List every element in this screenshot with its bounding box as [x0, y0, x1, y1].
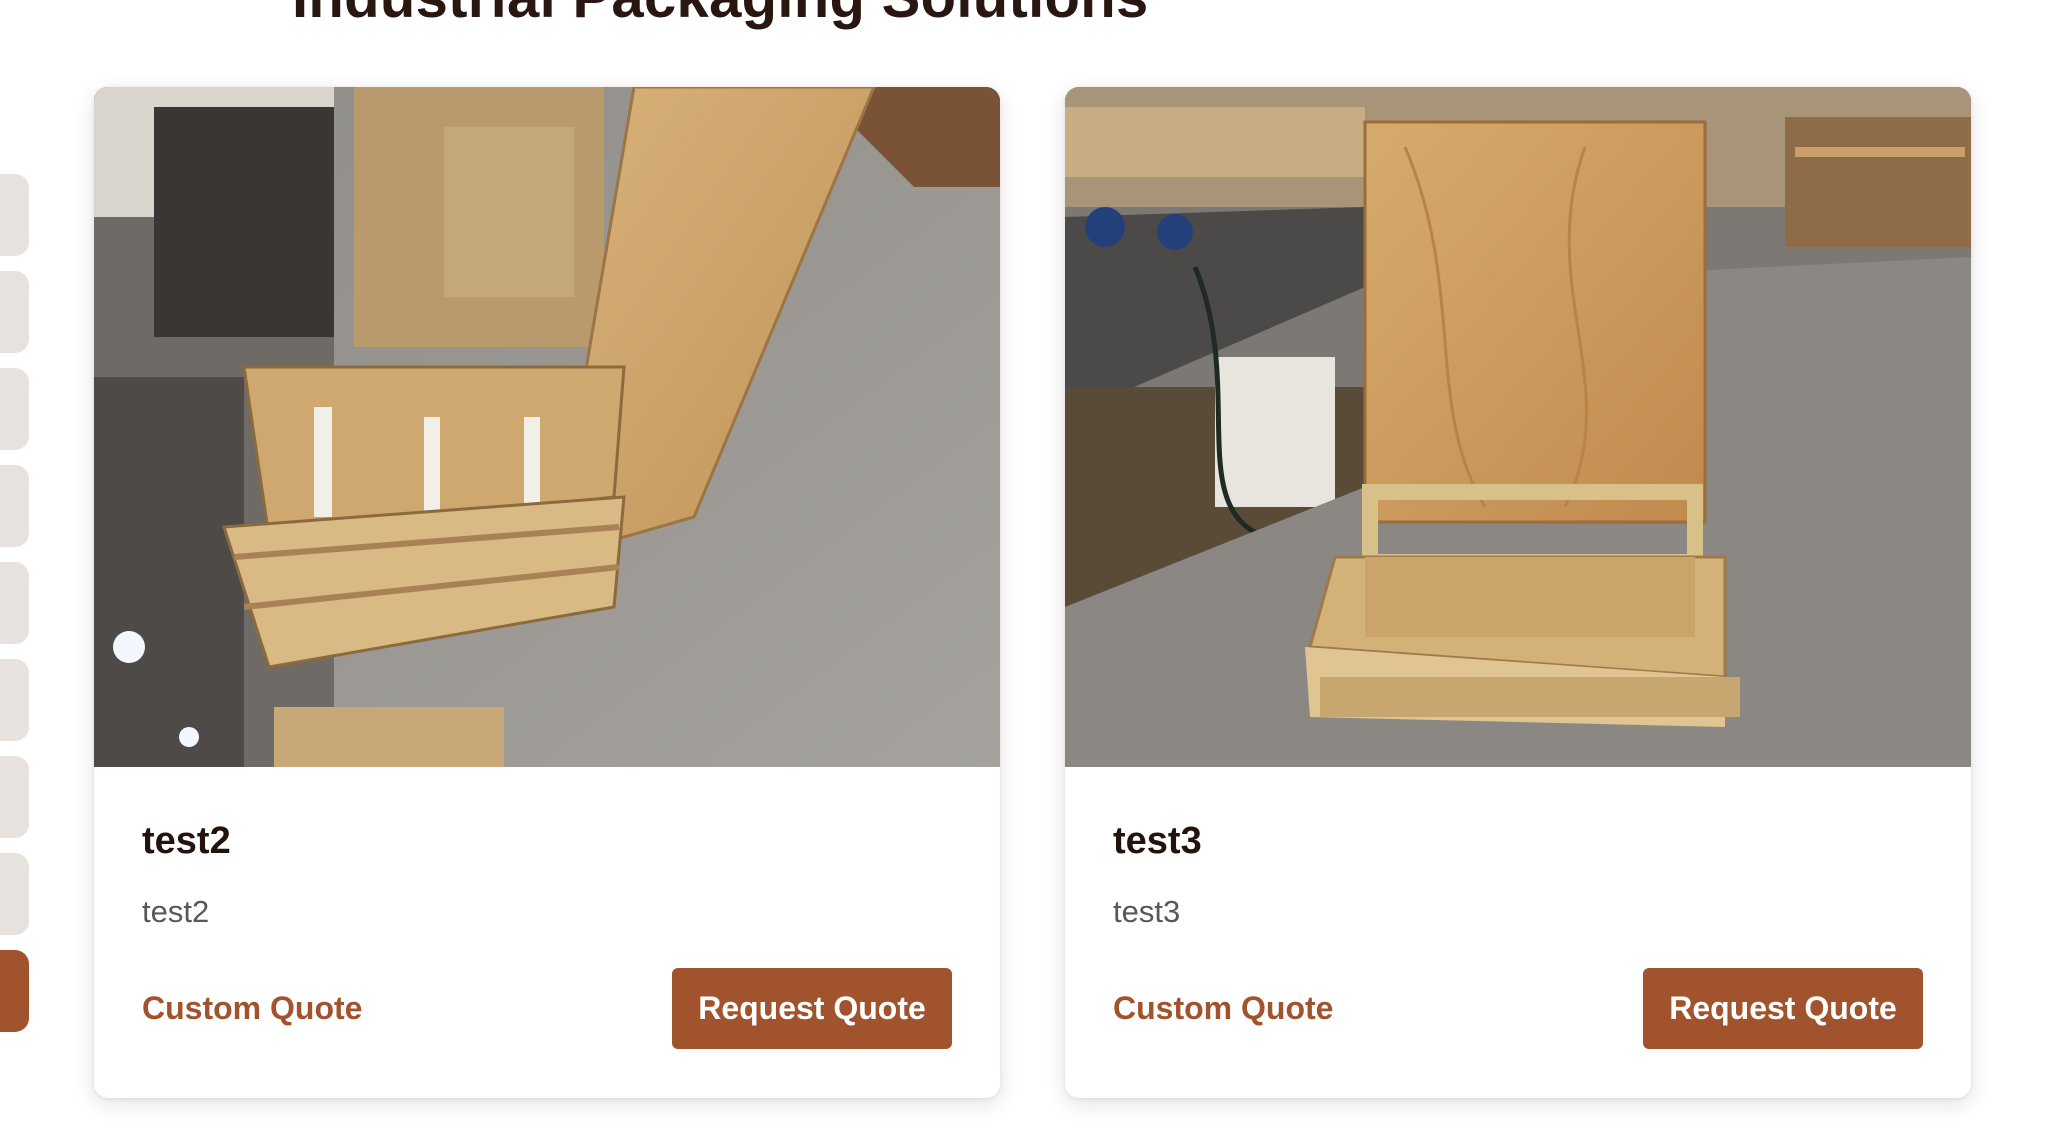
side-tab-3[interactable]: [0, 368, 29, 450]
side-tab-1[interactable]: [0, 174, 29, 256]
side-tab-6[interactable]: [0, 659, 29, 741]
product-image[interactable]: [1065, 87, 1971, 767]
request-quote-button[interactable]: Request Quote: [1643, 968, 1923, 1049]
product-image[interactable]: [94, 87, 1000, 767]
custom-quote-link[interactable]: Custom Quote: [1113, 990, 1333, 1027]
card-title: test3: [1113, 820, 1202, 862]
card-body: test3 test3 Custom Quote Request Quote: [1065, 767, 1971, 1098]
card-body: test2 test2 Custom Quote Request Quote: [94, 767, 1000, 1098]
product-card: test2 test2 Custom Quote Request Quote: [94, 87, 1000, 1098]
side-tab-4[interactable]: [0, 465, 29, 547]
request-quote-button[interactable]: Request Quote: [672, 968, 952, 1049]
card-title: test2: [142, 820, 231, 862]
crate-photo-illustration: [1065, 87, 1971, 767]
side-tab-8[interactable]: [0, 853, 29, 935]
page: Industrial Packaging Solutions: [0, 0, 2056, 1140]
card-actions: Custom Quote Request Quote: [142, 968, 952, 1049]
product-card: test3 test3 Custom Quote Request Quote: [1065, 87, 1971, 1098]
side-tab-7[interactable]: [0, 756, 29, 838]
card-description: test2: [142, 893, 210, 929]
crate-photo-illustration: [94, 87, 1000, 767]
custom-quote-link[interactable]: Custom Quote: [142, 990, 362, 1027]
card-actions: Custom Quote Request Quote: [1113, 968, 1923, 1049]
section-title: Industrial Packaging Solutions: [292, 0, 1149, 31]
side-tab-5[interactable]: [0, 562, 29, 644]
side-tab-2[interactable]: [0, 271, 29, 353]
side-tab-9-active[interactable]: [0, 950, 29, 1032]
side-tab-rail: [0, 174, 30, 1047]
card-description: test3: [1113, 893, 1181, 929]
